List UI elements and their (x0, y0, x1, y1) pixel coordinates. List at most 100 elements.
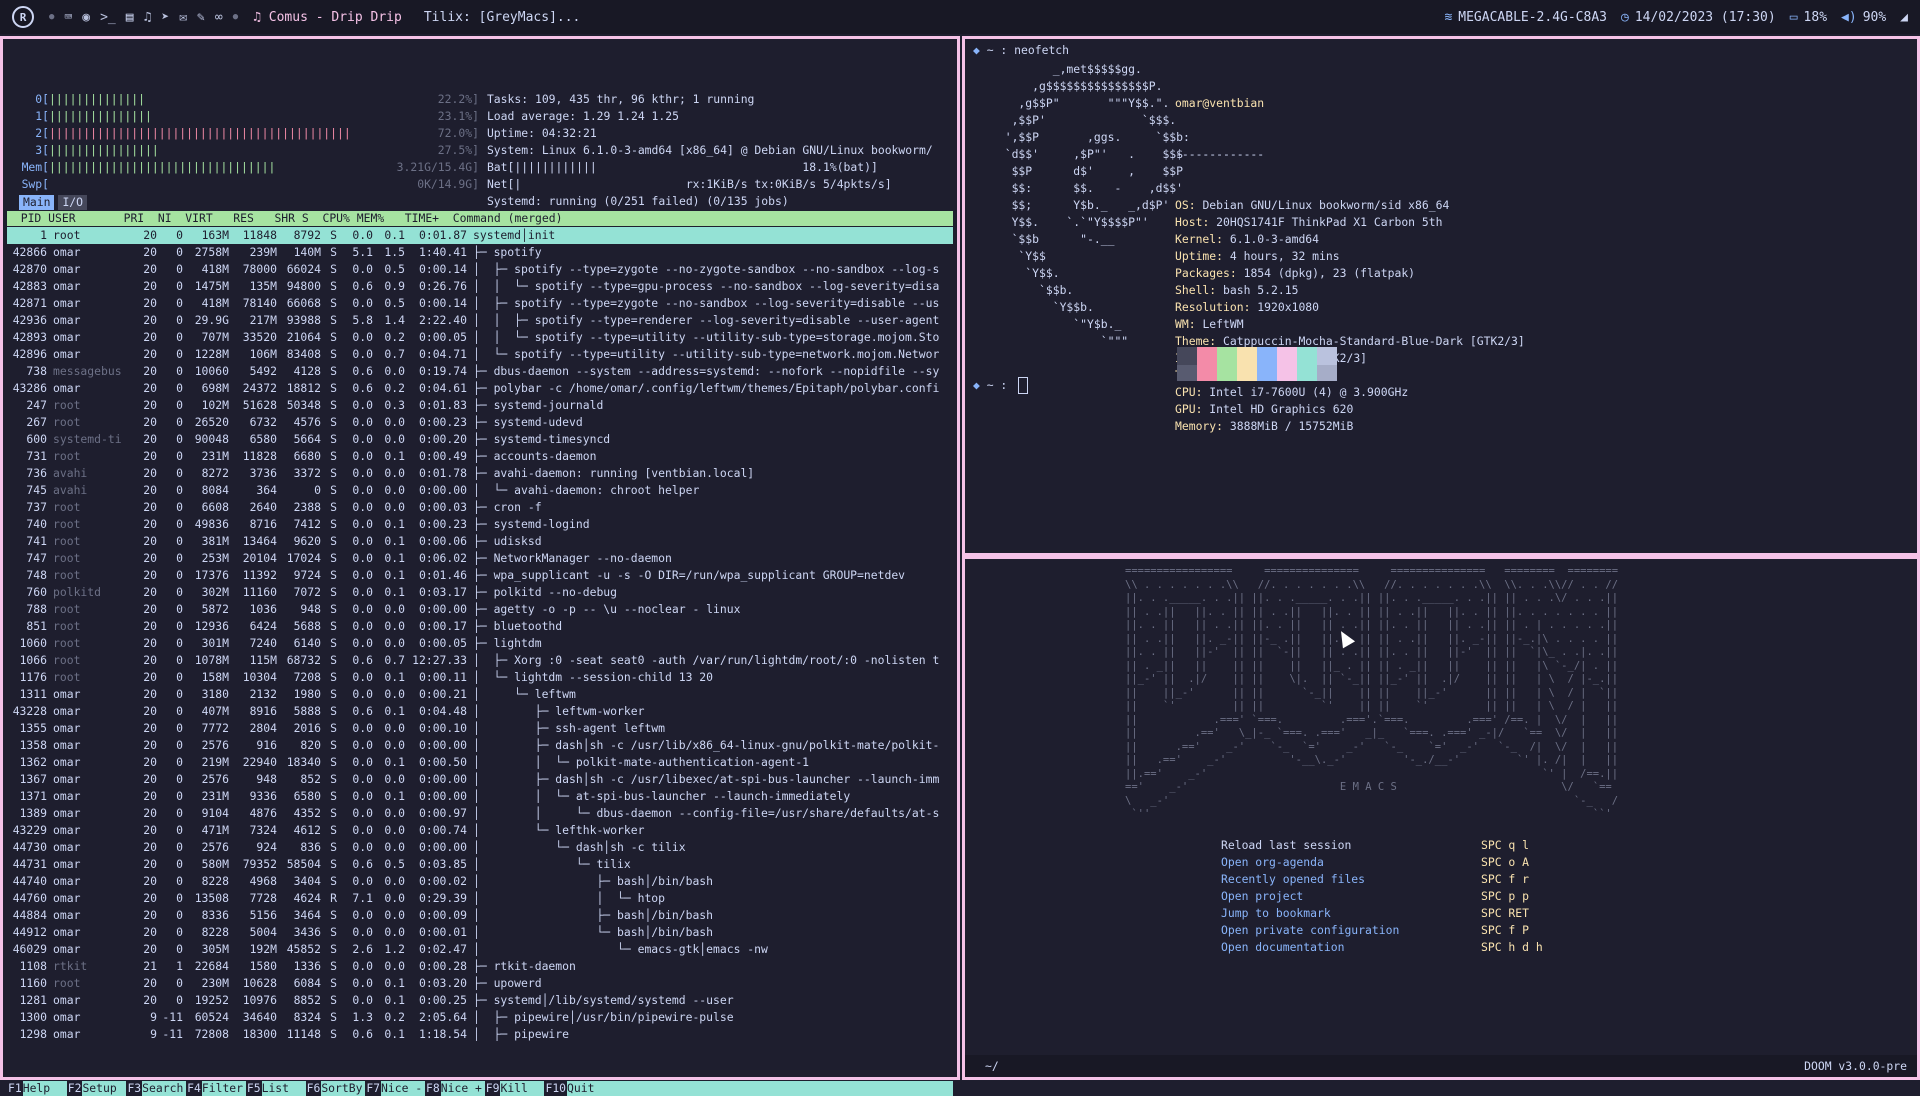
process-row[interactable]: 42896 omar 20 0 1228M 106M 83408 S 0.0 0.7 0:04.71… (7, 346, 953, 363)
process-row[interactable]: 42871 omar 20 0 418M 78140 66068 S 0.0 0.5 0:00.14… (7, 295, 953, 312)
process-row[interactable]: 1300 omar 9 -11 60524 34640 8324 S 1.3 0.2 2:05.64… (7, 1009, 953, 1026)
process-row[interactable]: 1358 omar 20 0 2576 916 820 S 0.0 0.0 0:00.00 │ ├─ … (7, 737, 953, 754)
process-row[interactable]: 44730 omar 20 0 2576 924 836 S 0.0 0.0 0:00.00 │ └─… (7, 839, 953, 856)
music-icon[interactable]: ♫ (144, 10, 152, 25)
process-row[interactable]: 44760 omar 20 0 13508 7728 4624 R 7.1 0.0 0:29.39 │… (7, 890, 953, 907)
dashboard-item[interactable]: Open private configuration SPC f P (1221, 922, 1543, 939)
process-virt: 158M (201, 670, 229, 684)
pen-icon[interactable]: ✎ (197, 10, 205, 25)
clock[interactable]: ◷ 14/02/2023 (17:30) (1621, 10, 1776, 25)
process-table[interactable]: 1 root 20 0 163M 11848 8792 S 0.0 0.1 0:01.87 syste… (7, 227, 953, 1043)
fkey-setup-button[interactable]: F2 Setup (66, 1081, 127, 1096)
process-command: │ └─ tilix (473, 857, 631, 871)
launcher-logo-icon[interactable]: R (12, 6, 34, 28)
process-row[interactable]: 42870 omar 20 0 418M 78000 66024 S 0.0 0.5 0:00.14… (7, 261, 953, 278)
dashboard-item[interactable]: Reload last session SPC q l (1221, 837, 1543, 854)
fkey-list-button[interactable]: F5 List (245, 1081, 306, 1096)
dashboard-item[interactable]: Open org-agenda SPC o A (1221, 854, 1543, 871)
process-row[interactable]: 1 root 20 0 163M 11848 8792 S 0.0 0.1 0:01.87 syste… (7, 227, 953, 244)
gamepad-icon[interactable]: ⌨ (64, 10, 72, 25)
fkey-search-button[interactable]: F3 Search (126, 1081, 186, 1096)
battery-status[interactable]: ▭ 18% (1790, 10, 1827, 25)
process-row[interactable]: 247 root 20 0 102M 51628 50348 S 0.0 0.3 0:01.83 ├─… (7, 397, 953, 414)
wifi-status[interactable]: ≋ MEGACABLE-2.4G-C8A3 (1444, 10, 1607, 25)
shell-prompt-active[interactable]: ◆ ~ : (973, 377, 1029, 394)
file-icon[interactable]: ▤ (126, 10, 134, 25)
process-row[interactable]: 1355 omar 20 0 7772 2804 2016 S 0.0 0.0 0:00.10 │ ├… (7, 720, 953, 737)
process-row[interactable]: 1066 root 20 0 1078M 115M 68732 S 0.6 0.7 12:27.33… (7, 652, 953, 669)
process-row[interactable]: 43228 omar 20 0 407M 8916 5888 S 0.6 0.1 0:04.48 │ … (7, 703, 953, 720)
link-icon[interactable]: ∞ (215, 10, 223, 25)
process-row[interactable]: 1281 omar 20 0 19252 10976 8852 S 0.0 0.1 0:00.25 ├… (7, 992, 953, 1009)
mail-icon[interactable]: ✉ (179, 10, 187, 25)
dashboard-item[interactable]: Open documentation SPC h d h (1221, 939, 1543, 956)
process-row[interactable]: 1176 root 20 0 158M 10304 7208 S 0.0 0.1 0:00.11 │ … (7, 669, 953, 686)
dashboard-item[interactable]: Open project SPC p p (1221, 888, 1543, 905)
process-row[interactable]: 738 messagebus 20 0 10060 5492 4128 S 0.6 0.0 0:19… (7, 363, 953, 380)
process-row[interactable]: 42866 omar 20 0 2758M 239M 140M S 5.1 1.5 1:40.41 ├… (7, 244, 953, 261)
process-pid: 44730 (12, 840, 47, 854)
volume-status[interactable]: ◀) 90% (1841, 10, 1886, 25)
process-row[interactable]: 747 root 20 0 253M 20104 17024 S 0.0 0.1 0:06.02 ├─… (7, 550, 953, 567)
globe-icon[interactable]: ◉ (82, 10, 90, 25)
tab-main[interactable]: Main (19, 195, 55, 210)
process-row[interactable]: 42936 omar 20 0 29.9G 217M 93988 S 5.8 1.4 2:22.40… (7, 312, 953, 329)
process-row[interactable]: 740 root 20 0 49836 8716 7412 S 0.0 0.1 0:00.23 ├─ … (7, 516, 953, 533)
neofetch-terminal[interactable]: ◆ ~ : neofetch _,met$$$$$gg. ,g$$$$$$$$$… (962, 36, 1920, 556)
workspace-dot-icon[interactable]: ● (233, 12, 238, 22)
process-row[interactable]: 44731 omar 20 0 580M 79352 58504 S 0.6 0.5 0:03.85… (7, 856, 953, 873)
telegram-icon[interactable]: ➤ (161, 10, 169, 25)
notification-icon[interactable]: ◢ (1900, 10, 1908, 25)
fkey-help-button[interactable]: F1 Help (7, 1081, 67, 1096)
process-row[interactable]: 1367 omar 20 0 2576 948 852 S 0.0 0.0 0:00.00 │ ├─ … (7, 771, 953, 788)
process-row[interactable]: 1371 omar 20 0 231M 9336 6580 S 0.0 0.1 0:00.00 │ │… (7, 788, 953, 805)
process-row[interactable]: 1060 root 20 0 301M 7240 6140 S 0.0 0.0 0:00.05 ├─ … (7, 635, 953, 652)
process-row[interactable]: 44884 omar 20 0 8336 5156 3464 S 0.0 0.0 0:00.09 │ … (7, 907, 953, 924)
process-row[interactable]: 44912 omar 20 0 8228 5004 3436 S 0.0 0.0 0:00.01 │ … (7, 924, 953, 941)
fkey-quit-button[interactable]: F10 Quit (544, 1081, 611, 1096)
fkey-sortby-button[interactable]: F6 SortBy (305, 1081, 366, 1096)
process-row[interactable]: 851 root 20 0 12936 6424 5688 S 0.0 0.0 0:00.17 ├─ … (7, 618, 953, 635)
process-mem: 0.1 (384, 976, 405, 990)
process-row[interactable]: 736 avahi 20 0 8272 3736 3372 S 0.0 0.0 0:01.78 ├─ … (7, 465, 953, 482)
process-user: omar (53, 806, 81, 820)
process-table-header[interactable]: PID USER PRI NI VIRT RES SHR S CPU% MEM%… (7, 211, 953, 226)
process-row[interactable]: 1108 rtkit 21 1 22684 1580 1336 S 0.0 0.0 0:00.28 ├… (7, 958, 953, 975)
process-row[interactable]: 600 systemd-ti 20 0 90048 6580 5664 S 0.0 0.0 0:00… (7, 431, 953, 448)
process-row[interactable]: 267 root 20 0 26520 6732 4576 S 0.0 0.0 0:00.23 ├─ … (7, 414, 953, 431)
fkey-kill-button[interactable]: F9 Kill (484, 1081, 545, 1096)
fkey-filter-button[interactable]: F4 Filter (186, 1081, 246, 1096)
fkey-nice-button[interactable]: F8 Nice + (425, 1081, 485, 1096)
htop-terminal[interactable]: 0[|||||||||||||| 22.2%] 1[||||||||||||||| 2… (0, 36, 960, 1096)
process-row[interactable]: 44740 omar 20 0 8228 4968 3404 S 0.0 0.0 0:00.02 │ … (7, 873, 953, 890)
process-state: S (330, 959, 337, 973)
process-row[interactable]: 745 avahi 20 0 8084 364 0 S 0.0 0.0 0:00.00 │ └─ av… (7, 482, 953, 499)
process-row[interactable]: 737 root 20 0 6608 2640 2388 S 0.0 0.0 0:00.03 ├─ c… (7, 499, 953, 516)
terminal-icon[interactable]: >_ (100, 10, 116, 25)
workspace-dot-icon[interactable]: ● (49, 12, 54, 22)
process-row[interactable]: 43229 omar 20 0 471M 7324 4612 S 0.0 0.0 0:00.74 │ … (7, 822, 953, 839)
process-row[interactable]: 42893 omar 20 0 707M 33520 21064 S 0.0 0.2 0:00.05… (7, 329, 953, 346)
now-playing[interactable]: ♫ Comus - Drip Drip (253, 10, 402, 25)
process-row[interactable]: 788 root 20 0 5872 1036 948 S 0.0 0.0 0:00.00 ├─ ag… (7, 601, 953, 618)
process-row[interactable]: 1298 omar 9 -11 72808 18300 11148 S 0.6 0.1 1:18.5… (7, 1026, 953, 1043)
process-row[interactable]: 741 root 20 0 381M 13464 9620 S 0.0 0.1 0:00.06 ├─ … (7, 533, 953, 550)
dashboard-item[interactable]: Recently opened files SPC f r (1221, 871, 1543, 888)
process-row[interactable]: 748 root 20 0 17376 11392 9724 S 0.0 0.1 0:01.46 ├─… (7, 567, 953, 584)
process-row[interactable]: 1311 omar 20 0 3180 2132 1980 S 0.0 0.0 0:00.21 │ └… (7, 686, 953, 703)
process-row[interactable]: 1160 root 20 0 230M 10628 6084 S 0.0 0.1 0:03.20 ├─… (7, 975, 953, 992)
fkey-label: Quit (567, 1081, 595, 1095)
dashboard-item[interactable]: Jump to bookmark SPC RET (1221, 905, 1543, 922)
emacs-terminal[interactable]: ================= =============== ======… (962, 556, 1920, 1080)
process-row[interactable]: 1389 omar 20 0 9104 4876 4352 S 0.0 0.0 0:00.97 │ │… (7, 805, 953, 822)
process-row[interactable]: 1362 omar 20 0 219M 22940 18340 S 0.0 0.1 0:00.50 │… (7, 754, 953, 771)
process-row[interactable]: 731 root 20 0 231M 11828 6680 S 0.0 0.1 0:00.49 ├─ … (7, 448, 953, 465)
fkey-nice-button[interactable]: F7 Nice - (365, 1081, 425, 1096)
process-command: │ ├─ bash│/bin/bash (473, 874, 714, 888)
process-row[interactable]: 46029 omar 20 0 305M 192M 45852 S 2.6 1.2 0:02.47 │… (7, 941, 953, 958)
tab-io[interactable]: I/O (58, 195, 88, 210)
process-nice: 0 (176, 636, 183, 650)
process-row[interactable]: 43286 omar 20 0 698M 24372 18812 S 0.6 0.2 0:04.61… (7, 380, 953, 397)
process-row[interactable]: 760 polkitd 20 0 302M 11160 7072 S 0.0 0.1 0:03.17… (7, 584, 953, 601)
process-row[interactable]: 42883 omar 20 0 1475M 135M 94800 S 0.6 0.9 0:26.76… (7, 278, 953, 295)
